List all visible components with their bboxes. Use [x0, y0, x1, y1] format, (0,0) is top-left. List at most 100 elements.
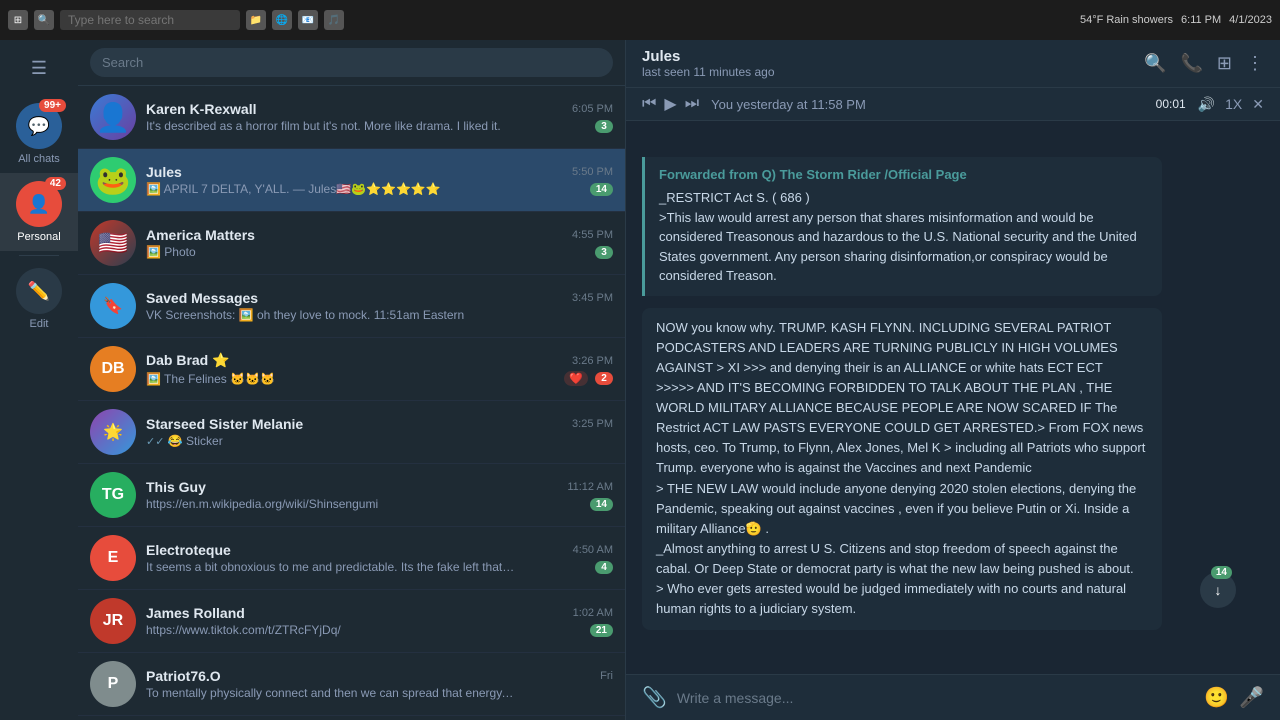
- chat-preview-text-dab: 🖼️ The Felines 🐱🐱🐱: [146, 372, 275, 386]
- sidebar-menu-toggle[interactable]: ☰: [0, 50, 78, 95]
- chat-content-karen: Karen K-Rexwall 6:05 PM It's described a…: [146, 101, 613, 133]
- chat-header-patriot: Patriot76.O Fri: [146, 668, 613, 684]
- chat-preview-james: https://www.tiktok.com/t/ZTRcFYjDq/ 21: [146, 623, 613, 637]
- chat-content-jules: Jules 5:50 PM 🖼️ APRIL 7 DELTA, Y'ALL. —…: [146, 164, 613, 196]
- chat-name-jules: Jules: [146, 164, 182, 180]
- media-player-bar: ⏮ ▶ ⏭ You yesterday at 11:58 PM 00:01 🔊 …: [626, 88, 1280, 121]
- chat-item-patriot[interactable]: P Patriot76.O Fri To mentally physically…: [78, 653, 625, 716]
- sidebar-item-personal[interactable]: 👤 42 Personal: [0, 173, 78, 251]
- avatar-jules: 🐸: [90, 157, 136, 203]
- search-chat-icon[interactable]: 🔍: [1144, 53, 1166, 74]
- chat-time-electro: 4:50 AM: [573, 544, 613, 556]
- chat-preview-patriot: To mentally physically connect and then …: [146, 686, 613, 700]
- voice-icon[interactable]: 🎤: [1239, 685, 1264, 710]
- chat-badge-america: 3: [595, 246, 613, 259]
- chat-search-input[interactable]: [90, 48, 613, 77]
- chat-preview-text-electro: It seems a bit obnoxious to me and predi…: [146, 560, 516, 574]
- chat-header-jules: Jules 5:50 PM: [146, 164, 613, 180]
- chat-time-jules: 5:50 PM: [572, 166, 613, 178]
- chat-time-james: 1:02 AM: [573, 607, 613, 619]
- message-input-area: 📎 🙂 🎤: [626, 674, 1280, 720]
- avatar-karen: 👤: [90, 94, 136, 140]
- media-rewind-btn[interactable]: ⏮: [642, 95, 656, 113]
- taskbar-app-4[interactable]: 🎵: [324, 10, 344, 30]
- hamburger-icon[interactable]: ☰: [31, 58, 47, 79]
- edit-icon: ✏️: [16, 268, 62, 314]
- taskbar-search-input[interactable]: [60, 10, 240, 30]
- date-display: 4/1/2023: [1229, 14, 1272, 26]
- start-icon[interactable]: ⊞: [8, 10, 28, 30]
- chat-badge-electro: 4: [595, 561, 613, 574]
- avatar-james: JR: [90, 598, 136, 644]
- chat-item-america[interactable]: 🇺🇸 America Matters 4:55 PM 🖼️ Photo 3: [78, 212, 625, 275]
- more-options-icon[interactable]: ⋮: [1246, 53, 1264, 74]
- search-taskbar-icon[interactable]: 🔍: [34, 10, 54, 30]
- chat-content-patriot: Patriot76.O Fri To mentally physically c…: [146, 668, 613, 700]
- speed-icon[interactable]: 1X: [1225, 96, 1242, 112]
- chat-header-starseed: Starseed Sister Melanie 3:25 PM: [146, 416, 613, 432]
- taskbar: ⊞ 🔍 📁 🌐 📧 🎵 54°F Rain showers 6:11 PM 4/…: [0, 0, 1280, 40]
- all-chats-label: All chats: [18, 153, 60, 165]
- chat-item-dab[interactable]: DB Dab Brad ⭐ 3:26 PM 🖼️ The Felines 🐱🐱🐱…: [78, 338, 625, 401]
- sidebar-item-all-chats[interactable]: 💬 99+ All chats: [0, 95, 78, 173]
- chat-contact-status: last seen 11 minutes ago: [642, 65, 775, 79]
- chat-item-james[interactable]: JR James Rolland 1:02 AM https://www.tik…: [78, 590, 625, 653]
- chat-preview-dab: 🖼️ The Felines 🐱🐱🐱 ❤️ 2: [146, 371, 613, 386]
- chat-preview-saved: VK Screenshots: 🖼️ oh they love to mock.…: [146, 308, 613, 322]
- media-play-btn[interactable]: ▶: [664, 94, 676, 114]
- close-media-icon[interactable]: ✕: [1252, 96, 1264, 113]
- main-container: ☰ 💬 99+ All chats 👤 42 Personal ✏️ Edit: [0, 40, 1280, 720]
- chat-item-starseed[interactable]: 🌟 Starseed Sister Melanie 3:25 PM ✓✓ 😂 S…: [78, 401, 625, 464]
- media-forward-btn[interactable]: ⏭: [685, 95, 699, 113]
- message-input[interactable]: [677, 690, 1194, 706]
- chat-name-james: James Rolland: [146, 605, 245, 621]
- media-time: 00:01: [1156, 97, 1186, 111]
- chat-badge-dab: 2: [595, 372, 613, 385]
- personal-label: Personal: [17, 231, 60, 243]
- chat-search-area: [78, 40, 625, 86]
- chat-preview-starseed: ✓✓ 😂 Sticker: [146, 434, 613, 448]
- chat-item-jules[interactable]: 🐸 Jules 5:50 PM 🖼️ APRIL 7 DELTA, Y'ALL.…: [78, 149, 625, 212]
- taskbar-app-2[interactable]: 🌐: [272, 10, 292, 30]
- chat-header-dab: Dab Brad ⭐ 3:26 PM: [146, 352, 613, 369]
- avatar-saved: 🔖: [90, 283, 136, 329]
- chat-preview-america: 🖼️ Photo 3: [146, 245, 613, 259]
- chat-item-saved[interactable]: 🔖 Saved Messages 3:45 PM VK Screenshots:…: [78, 275, 625, 338]
- chat-preview-text-america: 🖼️ Photo: [146, 245, 196, 259]
- attachment-icon[interactable]: 📎: [642, 685, 667, 710]
- chat-time-patriot: Fri: [600, 670, 613, 682]
- scroll-to-bottom-btn[interactable]: 14 ↓: [1200, 572, 1236, 608]
- chat-preview-text-jules: 🖼️ APRIL 7 DELTA, Y'ALL. — Jules🇺🇸🐸⭐⭐⭐⭐⭐: [146, 182, 441, 196]
- chat-main: Jules last seen 11 minutes ago 🔍 📞 ⊞ ⋮ ⏮…: [626, 40, 1280, 720]
- avatar-patriot: P: [90, 661, 136, 707]
- taskbar-app-3[interactable]: 📧: [298, 10, 318, 30]
- avatar-dab: DB: [90, 346, 136, 392]
- emoji-icon[interactable]: 🙂: [1204, 685, 1229, 710]
- chat-item-thisguy[interactable]: TG This Guy 11:12 AM https://en.m.wikipe…: [78, 464, 625, 527]
- call-icon[interactable]: 📞: [1180, 53, 1202, 74]
- chat-header-actions: 🔍 📞 ⊞ ⋮: [1144, 53, 1264, 74]
- chat-time-starseed: 3:25 PM: [572, 418, 613, 430]
- chat-time-dab: 3:26 PM: [572, 355, 613, 367]
- scroll-button-wrapper: 14 ↓: [642, 642, 1264, 674]
- avatar-america: 🇺🇸: [90, 220, 136, 266]
- chat-badge-jules: 14: [590, 183, 613, 196]
- forwarded-message: Forwarded from Q) The Storm Rider /Offic…: [642, 157, 1162, 296]
- volume-icon[interactable]: 🔊: [1198, 96, 1215, 113]
- chat-preview-karen: It's described as a horror film but it's…: [146, 119, 613, 133]
- chat-header-saved: Saved Messages 3:45 PM: [146, 290, 613, 306]
- taskbar-right: 54°F Rain showers 6:11 PM 4/1/2023: [1080, 14, 1272, 26]
- sidebar-item-edit[interactable]: ✏️ Edit: [0, 260, 78, 338]
- sidebar-icons: ☰ 💬 99+ All chats 👤 42 Personal ✏️ Edit: [0, 40, 78, 720]
- chat-header-james: James Rolland 1:02 AM: [146, 605, 613, 621]
- taskbar-app-1[interactable]: 📁: [246, 10, 266, 30]
- chat-preview-text-james: https://www.tiktok.com/t/ZTRcFYjDq/: [146, 623, 341, 637]
- chat-name-thisguy: This Guy: [146, 479, 206, 495]
- chat-preview-text-karen: It's described as a horror film but it's…: [146, 119, 501, 133]
- chat-contact-name: Jules: [642, 48, 775, 65]
- chat-item-karen[interactable]: 👤 Karen K-Rexwall 6:05 PM It's described…: [78, 86, 625, 149]
- chat-content-thisguy: This Guy 11:12 AM https://en.m.wikipedia…: [146, 479, 613, 511]
- forwarded-from-label: Forwarded from Q) The Storm Rider /Offic…: [659, 167, 1148, 182]
- layout-icon[interactable]: ⊞: [1217, 53, 1232, 74]
- chat-item-electro[interactable]: E Electroteque 4:50 AM It seems a bit ob…: [78, 527, 625, 590]
